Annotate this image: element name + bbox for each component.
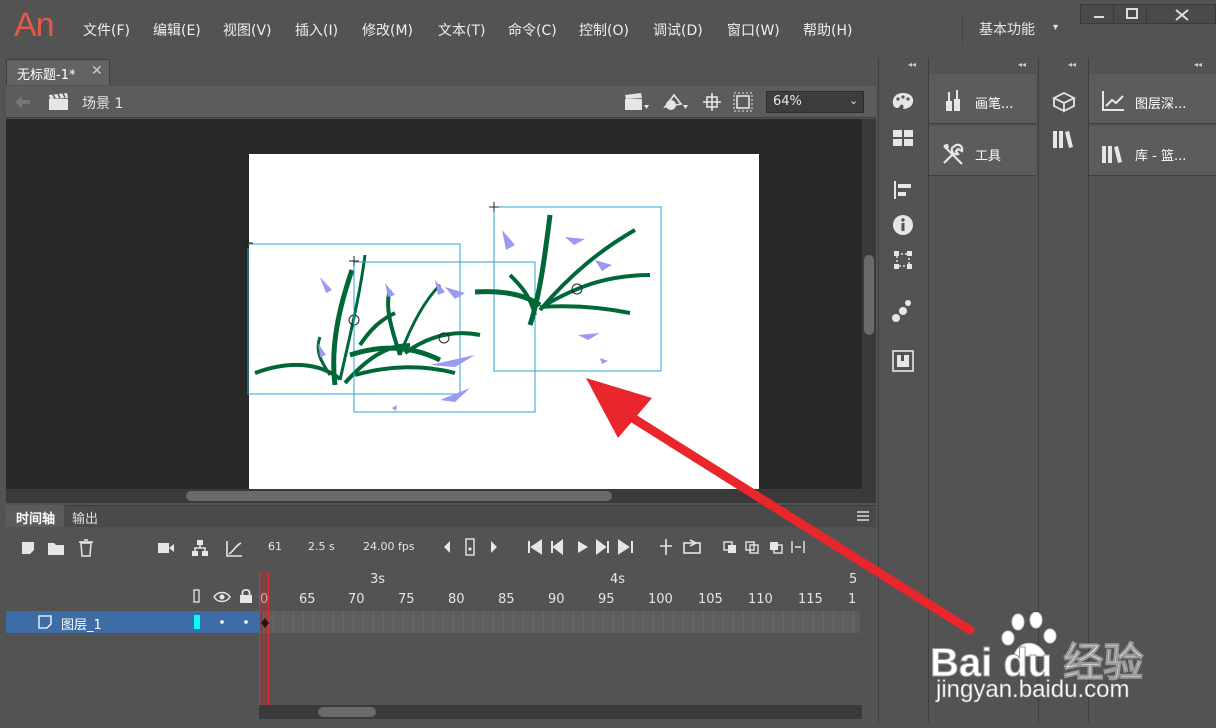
horizontal-scroll-thumb[interactable]	[186, 491, 612, 501]
close-icon[interactable]: ✕	[91, 63, 103, 79]
workspace-label: 基本功能	[979, 22, 1035, 38]
library-icon	[1102, 146, 1122, 163]
tools-icon	[943, 143, 964, 165]
tab-output[interactable]: 输出	[72, 508, 98, 527]
frame-number: 70	[348, 592, 365, 607]
edit-symbol-icon[interactable]	[662, 92, 690, 112]
scene-label: 场景 1	[82, 96, 124, 112]
lock-dot-icon[interactable]	[242, 618, 250, 626]
keyframe-icon[interactable]	[260, 617, 270, 629]
tab-timeline[interactable]: 时间轴	[6, 505, 64, 527]
layer-color-swatch[interactable]	[194, 615, 200, 629]
info-icon[interactable]	[892, 214, 914, 236]
menu-text[interactable]: 文本(T)	[438, 20, 485, 40]
close-window-button[interactable]	[1146, 4, 1216, 24]
components-icon[interactable]	[891, 299, 913, 323]
frame-number: 75	[398, 592, 415, 607]
panel-layer-depth[interactable]: 图层深...	[1089, 74, 1216, 124]
grass-symbol-2[interactable]	[349, 256, 536, 413]
new-layer-icon[interactable]	[20, 540, 36, 556]
menu-help[interactable]: 帮助(H)	[803, 20, 852, 40]
watermark-url: jingyan.baidu.com	[936, 676, 1130, 704]
frame-number: 65	[299, 592, 316, 607]
align-icon[interactable]	[893, 180, 913, 200]
playhead[interactable]	[259, 571, 269, 705]
brush-icon	[946, 90, 960, 111]
panel-brush[interactable]: 画笔...	[929, 74, 1036, 124]
transform-icon[interactable]	[893, 250, 913, 270]
workspace-switcher[interactable]: 基本功能 ▾	[962, 14, 1074, 44]
layer-name[interactable]: 图层_1	[61, 614, 102, 633]
vertical-scroll-thumb[interactable]	[864, 255, 874, 335]
chevron-down-icon: ▾	[1053, 22, 1059, 33]
grass-symbol-3[interactable]	[474, 202, 662, 372]
time-marker-3s: 3s	[370, 572, 386, 587]
lock-icon[interactable]	[239, 588, 253, 604]
clapperboard-icon	[49, 93, 68, 110]
library-books-icon[interactable]	[1052, 128, 1076, 150]
layer-parenting-icon[interactable]	[191, 539, 209, 557]
palette-icon[interactable]	[891, 91, 915, 113]
document-tab[interactable]: 无标题-1* ✕	[6, 59, 110, 85]
panel-brush-label: 画笔...	[975, 97, 1014, 112]
document-tab-title: 无标题-1*	[17, 68, 76, 83]
zoom-value: 64%	[773, 94, 802, 109]
panel-tools-label: 工具	[975, 149, 1002, 164]
menu-modify[interactable]: 修改(M)	[362, 20, 413, 40]
menu-insert[interactable]: 插入(I)	[295, 20, 338, 40]
menu-edit[interactable]: 编辑(E)	[153, 20, 201, 40]
frame-number: 80	[448, 592, 465, 607]
edit-scene-icon[interactable]	[624, 93, 650, 111]
collapse-panel-icon[interactable]: ◂◂	[1068, 60, 1076, 69]
highlight-layer-icon[interactable]	[193, 589, 201, 603]
camera-icon[interactable]	[157, 541, 175, 555]
collapse-panel-icon[interactable]: ◂◂	[1194, 60, 1202, 69]
elapsed-time[interactable]: 2.5 s	[308, 540, 335, 553]
annotation-arrow	[586, 378, 975, 635]
menu-control[interactable]: 控制(O)	[579, 20, 629, 40]
chevron-down-icon: ⌄	[849, 94, 859, 107]
app-logo: An	[14, 6, 55, 44]
new-folder-icon[interactable]	[47, 540, 65, 556]
frame-rate[interactable]: 24.00 fps	[363, 540, 415, 553]
panel-tools[interactable]: 工具	[929, 126, 1036, 176]
menu-commands[interactable]: 命令(C)	[508, 20, 557, 40]
panel-library[interactable]: 库 - 篮...	[1089, 126, 1216, 176]
zoom-select[interactable]: 64% ⌄	[766, 91, 864, 113]
layer-type-icon	[38, 615, 52, 629]
keyframe-navigation-icons[interactable]	[440, 537, 508, 557]
3d-position-icon[interactable]	[1052, 91, 1076, 115]
current-frame[interactable]: 61	[268, 540, 282, 553]
timeline-scroll-thumb[interactable]	[318, 707, 376, 717]
collapse-panel-icon[interactable]: ◂◂	[1018, 60, 1026, 69]
eye-icon[interactable]	[213, 591, 231, 603]
center-stage-icon[interactable]	[702, 92, 722, 112]
menu-view[interactable]: 视图(V)	[223, 20, 272, 40]
trash-icon[interactable]	[78, 539, 94, 557]
menu-file[interactable]: 文件(F)	[83, 20, 130, 40]
menu-debug[interactable]: 调试(D)	[653, 20, 703, 40]
swatches-icon[interactable]	[892, 129, 914, 147]
graph-icon[interactable]	[225, 540, 243, 558]
menu-window[interactable]: 窗口(W)	[727, 20, 780, 40]
document-tab-bar	[6, 59, 876, 85]
visibility-dot-icon[interactable]	[218, 618, 226, 626]
tab-timeline-label: 时间轴	[16, 512, 56, 527]
collapse-panel-icon[interactable]: ◂◂	[908, 60, 916, 69]
panel-library-label: 库 - 篮...	[1135, 149, 1187, 164]
maximize-button[interactable]	[1113, 4, 1149, 24]
minimize-button[interactable]	[1080, 4, 1116, 24]
layer-depth-icon	[1102, 91, 1124, 111]
clip-stage-icon[interactable]	[733, 92, 753, 112]
back-arrow-icon[interactable]	[12, 94, 32, 110]
panel-layer-depth-label: 图层深...	[1135, 97, 1187, 112]
frame-number: 85	[498, 592, 515, 607]
watermark: Bai du 经验 jingyan.baidu.com	[928, 612, 1210, 712]
